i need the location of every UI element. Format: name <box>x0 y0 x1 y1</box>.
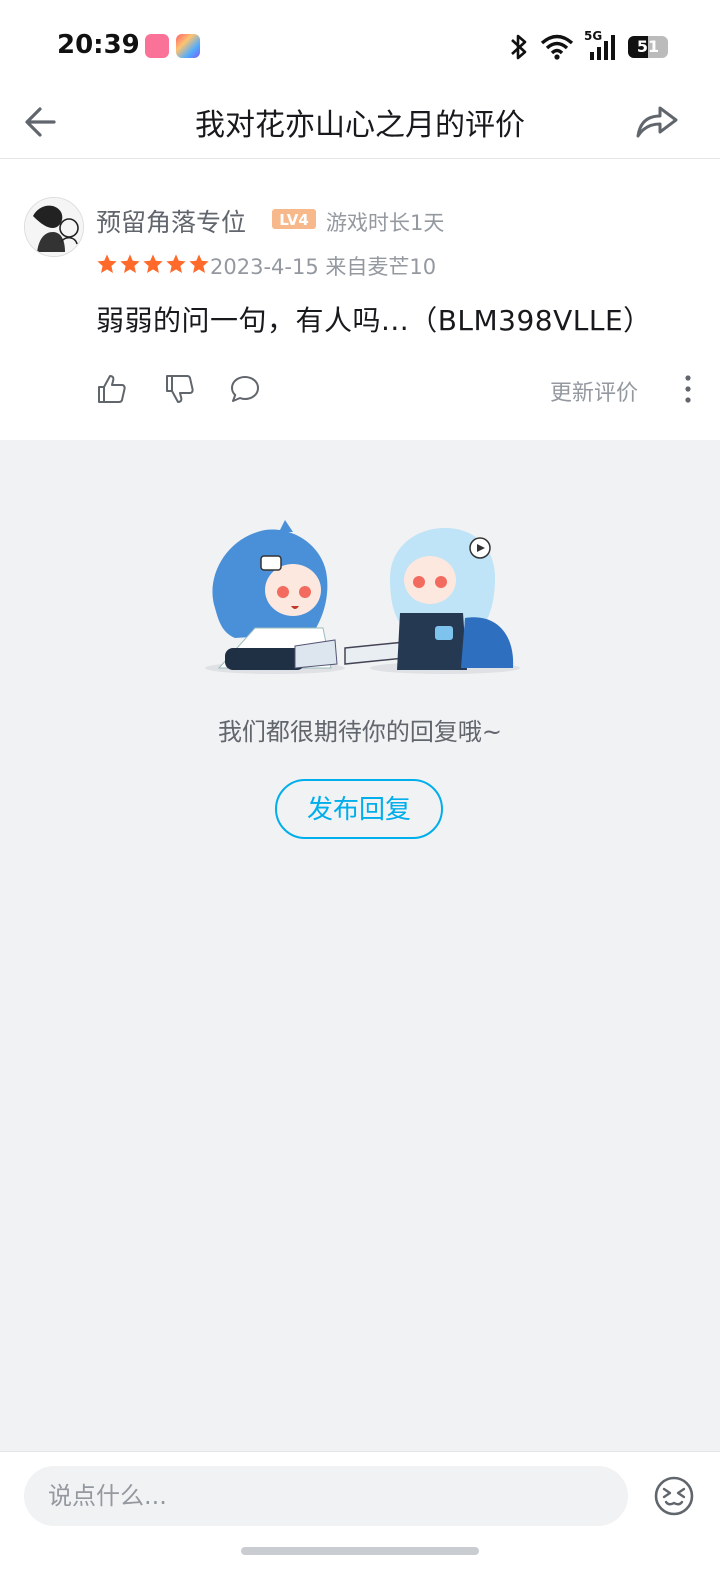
play-time: 游戏时长1天 <box>326 211 445 235</box>
thumbs-up-icon[interactable] <box>96 373 128 405</box>
thumbs-down-icon[interactable] <box>164 373 196 405</box>
top-nav-bar: 我对花亦山心之月的评价 <box>0 90 720 159</box>
star-icon <box>97 254 117 273</box>
review-date: 2023-4-15 <box>210 255 319 279</box>
review-meta: 2023-4-15 来自麦芒10 <box>210 251 436 281</box>
share-arrow-icon[interactable] <box>632 98 682 144</box>
star-icon <box>143 254 163 273</box>
empty-state-illustration <box>205 520 520 674</box>
emoji-icon[interactable] <box>652 1474 696 1518</box>
review-source: 来自麦芒10 <box>325 255 437 279</box>
update-review-button[interactable]: 更新评价 <box>550 375 638 407</box>
signal-icon: 5G <box>584 29 618 62</box>
comment-input[interactable] <box>24 1466 628 1526</box>
more-options-icon[interactable] <box>678 373 698 405</box>
comment-icon[interactable] <box>229 373 261 405</box>
comment-composer <box>0 1451 720 1570</box>
battery-icon: 51 <box>628 36 668 58</box>
review-card: 预留角落专位 LV4 游戏时长1天 2023-4-15 来自麦芒10 弱弱的问一… <box>0 159 720 440</box>
page-title: 我对花亦山心之月的评价 <box>195 108 525 143</box>
star-icon <box>189 254 209 273</box>
review-content: 弱弱的问一句，有人吗...（BLM398VLLE） <box>96 304 652 337</box>
star-app-icon <box>176 34 200 58</box>
level-text: LV4 <box>279 211 309 229</box>
home-indicator[interactable] <box>241 1547 479 1555</box>
status-time: 20:39 <box>57 30 140 60</box>
star-icon <box>120 254 140 273</box>
star-icon <box>166 254 186 273</box>
post-reply-button[interactable]: 发布回复 <box>275 779 443 839</box>
status-icons: 5G 51 <box>508 29 668 62</box>
empty-state-message: 我们都很期待你的回复哦~ <box>217 718 503 746</box>
bilibili-icon <box>145 34 169 58</box>
username[interactable]: 预留角落专位 <box>96 203 246 239</box>
wifi-icon <box>540 34 574 60</box>
star-rating <box>96 253 210 275</box>
bluetooth-icon <box>511 34 527 60</box>
avatar[interactable] <box>24 197 84 257</box>
status-bar: 20:39 5G 51 <box>0 0 720 90</box>
battery-level: 51 <box>636 37 660 56</box>
level-badge: LV4 <box>272 209 316 229</box>
